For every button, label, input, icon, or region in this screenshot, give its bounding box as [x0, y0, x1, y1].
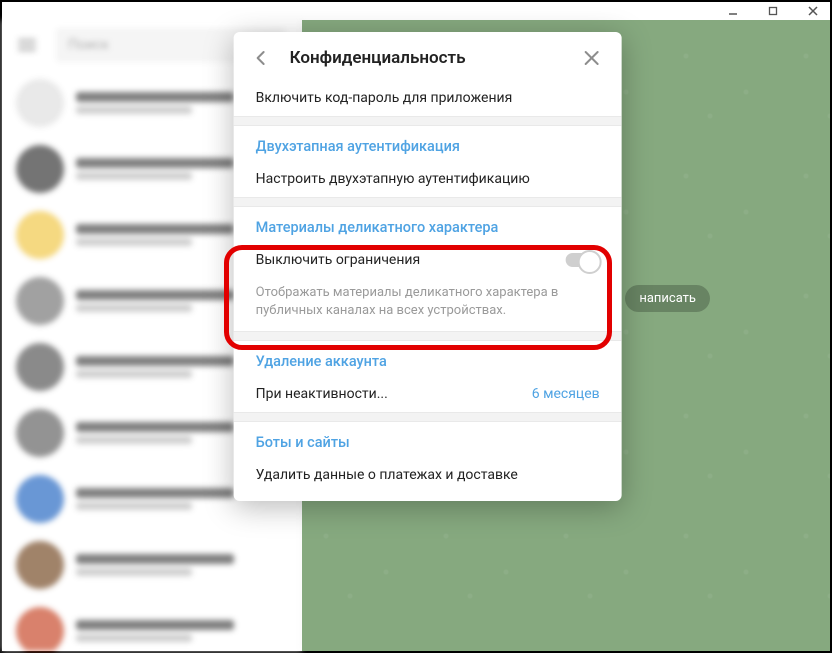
modal-title: Конфиденциальность [290, 48, 580, 68]
section-separator [234, 331, 622, 341]
delete-account-title: Удаление аккаунта [234, 341, 622, 376]
sensitive-hint: Отображать материалы деликатного характе… [234, 278, 622, 331]
bots-title: Боты и сайты [234, 422, 622, 457]
window-titlebar [2, 2, 830, 20]
disable-filtering-toggle[interactable] [566, 253, 600, 267]
chat-item[interactable] [2, 598, 301, 651]
avatar [16, 409, 64, 457]
delete-inactive-row[interactable]: При неактивности... 6 месяцев [234, 376, 622, 412]
window-close-button[interactable] [800, 4, 826, 18]
menu-icon[interactable] [18, 39, 36, 51]
sensitive-title: Материалы деликатного характера [234, 207, 622, 242]
avatar [16, 211, 64, 259]
write-button[interactable]: написать [625, 285, 710, 312]
privacy-settings-modal: Конфиденциальность Включить код-пароль д… [234, 32, 622, 501]
section-separator [234, 116, 622, 126]
chat-item[interactable] [2, 532, 301, 598]
section-separator [234, 197, 622, 207]
avatar [16, 343, 64, 391]
modal-header: Конфиденциальность [234, 32, 622, 80]
clear-payment-label: Удалить данные о платежах и доставке [256, 467, 518, 483]
window-minimize-button[interactable] [720, 4, 746, 18]
delete-inactive-label: При неактивности... [256, 386, 388, 402]
avatar [16, 607, 64, 651]
enable-passcode-label: Включить код-пароль для приложения [256, 90, 513, 106]
window-maximize-button[interactable] [760, 4, 786, 18]
avatar [16, 145, 64, 193]
delete-inactive-value: 6 месяцев [532, 386, 600, 402]
avatar [16, 79, 64, 127]
close-button[interactable] [580, 46, 604, 70]
section-separator [234, 412, 622, 422]
clear-payment-row[interactable]: Удалить данные о платежах и доставке [234, 457, 622, 501]
back-button[interactable] [250, 46, 274, 70]
disable-filtering-label: Выключить ограничения [256, 252, 421, 268]
enable-passcode-row[interactable]: Включить код-пароль для приложения [234, 80, 622, 116]
avatar [16, 277, 64, 325]
two-step-row[interactable]: Настроить двухэтапную аутентификацию [234, 161, 622, 197]
avatar [16, 475, 64, 523]
two-step-label: Настроить двухэтапную аутентификацию [256, 171, 530, 187]
avatar [16, 541, 64, 589]
two-step-title: Двухэтапная аутентификация [234, 126, 622, 161]
disable-filtering-row[interactable]: Выключить ограничения [234, 242, 622, 278]
